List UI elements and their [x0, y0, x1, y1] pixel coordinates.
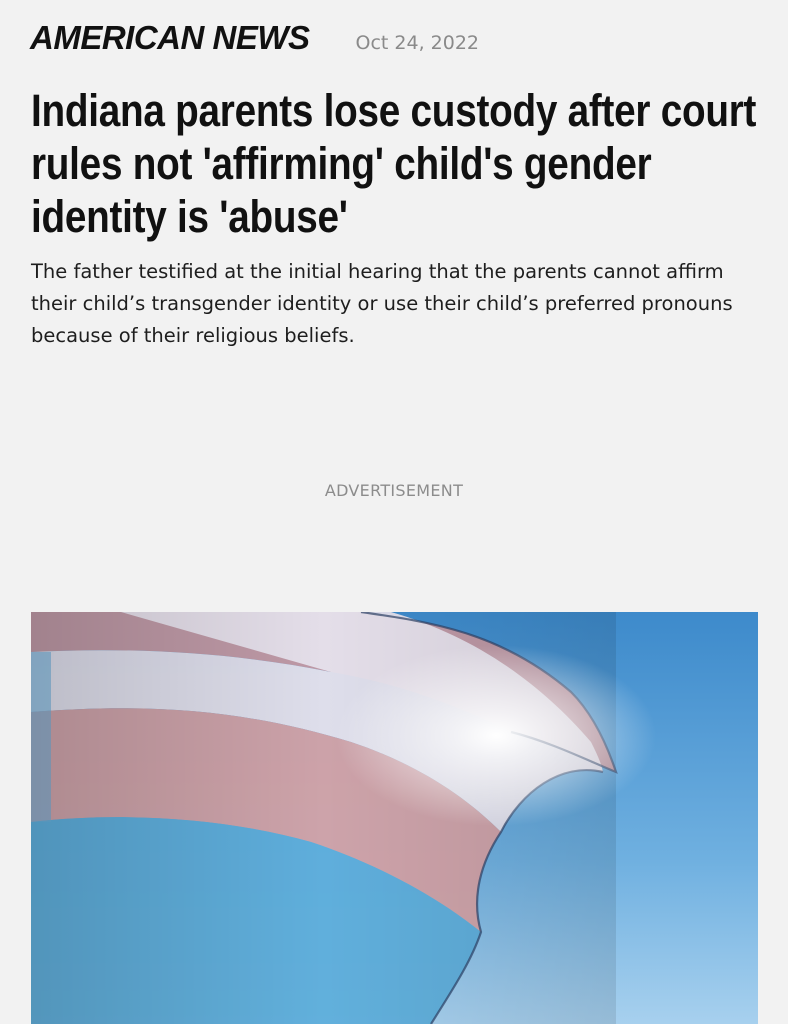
hero-image [31, 612, 758, 1024]
site-logo[interactable]: AMERICAN NEWS [30, 14, 310, 62]
publish-date: Oct 24, 2022 [355, 32, 480, 54]
advertisement-label: ADVERTISEMENT [324, 481, 464, 500]
article-headline: Indiana parents lose custody after court… [31, 85, 757, 242]
flag-photo-icon [31, 612, 758, 1024]
site-header: AMERICAN NEWS Oct 24, 2022 [30, 14, 479, 62]
article-page: AMERICAN NEWS Oct 24, 2022 Indiana paren… [0, 0, 788, 1024]
article-subheadline: The father testified at the initial hear… [31, 260, 733, 347]
